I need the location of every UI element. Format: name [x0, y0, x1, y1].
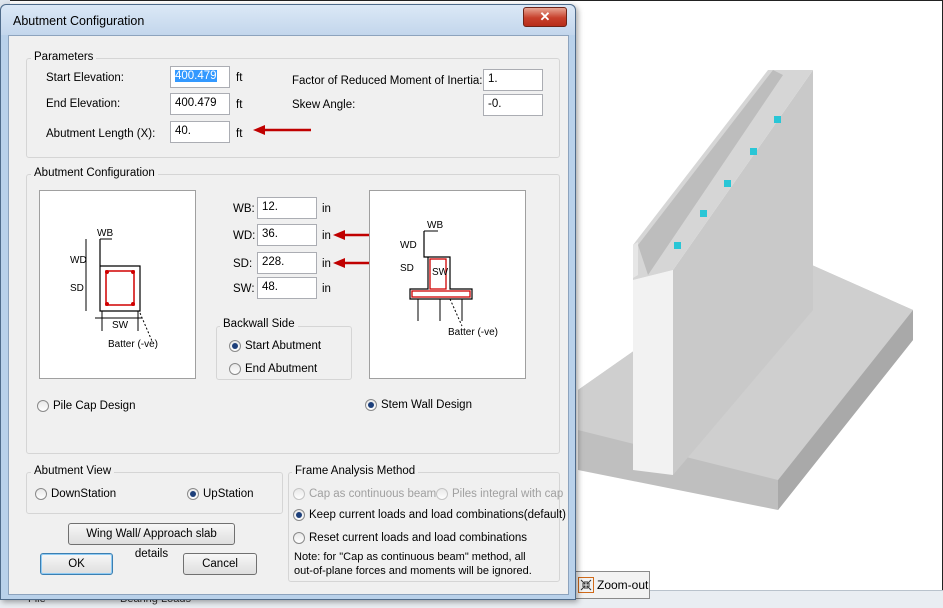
zoom-out-icon [578, 577, 594, 593]
radio-selected-icon [229, 340, 241, 352]
end-abutment-label: End Abutment [245, 363, 318, 375]
end-abutment-radio[interactable]: End Abutment [229, 363, 317, 375]
note-line-2: out-of-plane forces and moments will be … [294, 565, 532, 577]
keep-current-loads-radio[interactable]: Keep current loads and load combinations… [293, 509, 566, 521]
pile-node-icon [750, 148, 757, 155]
downstation-label: DownStation [51, 488, 117, 500]
wb-unit: in [322, 203, 331, 215]
zoom-out-label: Zoom-out [597, 578, 649, 592]
diagram-wd-label: WD [70, 255, 87, 266]
sd-unit: in [322, 258, 331, 270]
diagram-wb-label: WB [427, 220, 443, 231]
radio-selected-icon [187, 488, 199, 500]
start-elevation-label: Start Elevation: [46, 72, 124, 84]
pile-node-icon [724, 180, 731, 187]
wd-label: WD: [233, 230, 256, 242]
wd-unit: in [322, 230, 331, 242]
diagram-sw-label: SW [112, 320, 129, 331]
diagram-sd-label: SD [400, 263, 414, 274]
radio-selected-icon [365, 399, 377, 411]
piles-integral-label: Piles integral with cap [452, 488, 564, 500]
stem-wall-design-radio[interactable]: Stem Wall Design [365, 399, 472, 411]
reset-current-loads-radio[interactable]: Reset current loads and load combination… [293, 532, 527, 544]
stem-wall-design-label: Stem Wall Design [381, 399, 472, 411]
wd-field[interactable]: 36. [257, 224, 317, 246]
upstation-label: UpStation [203, 488, 254, 500]
radio-unselected-icon [35, 488, 47, 500]
stem-wall-diagram: WB WD SD SW Batter (-ve) [369, 190, 526, 379]
zoom-out-button[interactable]: Zoom-out [573, 571, 650, 599]
sw-unit: in [322, 283, 331, 295]
pile-cap-diagram: WB WD SD SW Batter (-ve) [39, 190, 196, 379]
factor-moment-label: Factor of Reduced Moment of Inertia: [292, 75, 483, 87]
wing-wall-details-button[interactable]: Wing Wall/ Approach slab details [68, 523, 235, 560]
upstation-radio[interactable]: UpStation [187, 488, 254, 500]
start-elevation-field[interactable]: 400.479 [170, 66, 230, 88]
start-abutment-radio[interactable]: Start Abutment [229, 340, 321, 352]
diagram-batter-label: Batter (-ve) [108, 339, 158, 350]
diagram-sd-label: SD [70, 283, 84, 294]
abutment-config-group-label: Abutment Configuration [31, 167, 158, 179]
frame-analysis-note: Note: for "Cap as continuous beam" metho… [294, 550, 532, 578]
abutment-length-unit: ft [236, 128, 243, 140]
radio-unselected-icon [37, 400, 49, 412]
parameters-group-label: Parameters [31, 51, 97, 63]
diagram-wd-label: WD [400, 240, 417, 251]
piles-integral-radio: Piles integral with cap [436, 488, 563, 500]
ok-button[interactable]: OK [40, 553, 113, 575]
sd-label: SD: [233, 258, 253, 270]
radio-unselected-icon [229, 363, 241, 375]
cancel-button[interactable]: Cancel [183, 553, 257, 575]
downstation-radio[interactable]: DownStation [35, 488, 116, 500]
abutment-configuration-dialog: Abutment Configuration ✕ Parameters Star… [0, 4, 576, 600]
diagram-batter-label: Batter (-ve) [448, 327, 498, 338]
backwall-side-group-label: Backwall Side [220, 318, 298, 330]
abutment-length-label: Abutment Length (X): [46, 128, 156, 140]
radio-unselected-icon [436, 488, 448, 500]
pile-cap-design-radio[interactable]: Pile Cap Design [37, 400, 135, 412]
keep-current-loads-label: Keep current loads and load combinations… [309, 509, 566, 521]
sd-field[interactable]: 228. [257, 252, 317, 274]
pile-node-icon [674, 242, 681, 249]
start-elevation-unit: ft [236, 72, 243, 84]
dialog-client: Parameters Start Elevation: 400.479 ft E… [8, 35, 569, 595]
pile-node-icon [700, 210, 707, 217]
radio-selected-icon [293, 509, 305, 521]
factor-moment-field[interactable]: 1. [483, 69, 543, 91]
close-icon: ✕ [539, 9, 551, 24]
abutment-view-group-label: Abutment View [31, 465, 115, 477]
pile-cap-design-label: Pile Cap Design [53, 400, 136, 412]
note-line-1: Note: for "Cap as continuous beam" metho… [294, 551, 526, 563]
end-elevation-label: End Elevation: [46, 98, 121, 110]
annotation-arrow-icon [333, 230, 369, 240]
dialog-title: Abutment Configuration [13, 14, 145, 28]
close-button[interactable]: ✕ [523, 7, 567, 27]
dialog-titlebar[interactable]: Abutment Configuration ✕ [1, 5, 575, 35]
start-abutment-label: Start Abutment [245, 340, 322, 352]
annotation-arrow-icon [333, 258, 369, 268]
end-elevation-field[interactable]: 400.479 [170, 93, 230, 115]
sw-label: SW: [233, 283, 255, 295]
radio-unselected-icon [293, 532, 305, 544]
diagram-wb-label: WB [97, 228, 113, 239]
wb-field[interactable]: 12. [257, 197, 317, 219]
sw-field[interactable]: 48. [257, 277, 317, 299]
3d-viewport[interactable] [578, 10, 938, 560]
reset-current-loads-label: Reset current loads and load combination… [309, 532, 527, 544]
abutment-length-field[interactable]: 40. [170, 121, 230, 143]
radio-unselected-icon [293, 488, 305, 500]
skew-angle-field[interactable]: -0. [483, 94, 543, 116]
diagram-sw-label: SW [432, 267, 449, 278]
pile-node-icon [774, 116, 781, 123]
cap-continuous-label: Cap as continuous beam [309, 488, 437, 500]
annotation-arrow-icon [253, 125, 311, 135]
skew-angle-label: Skew Angle: [292, 99, 356, 111]
frame-analysis-group-label: Frame Analysis Method [292, 465, 419, 477]
wb-label: WB: [233, 203, 255, 215]
abutment-3d-model [578, 70, 913, 510]
end-elevation-unit: ft [236, 99, 243, 111]
cap-continuous-radio: Cap as continuous beam [293, 488, 436, 500]
